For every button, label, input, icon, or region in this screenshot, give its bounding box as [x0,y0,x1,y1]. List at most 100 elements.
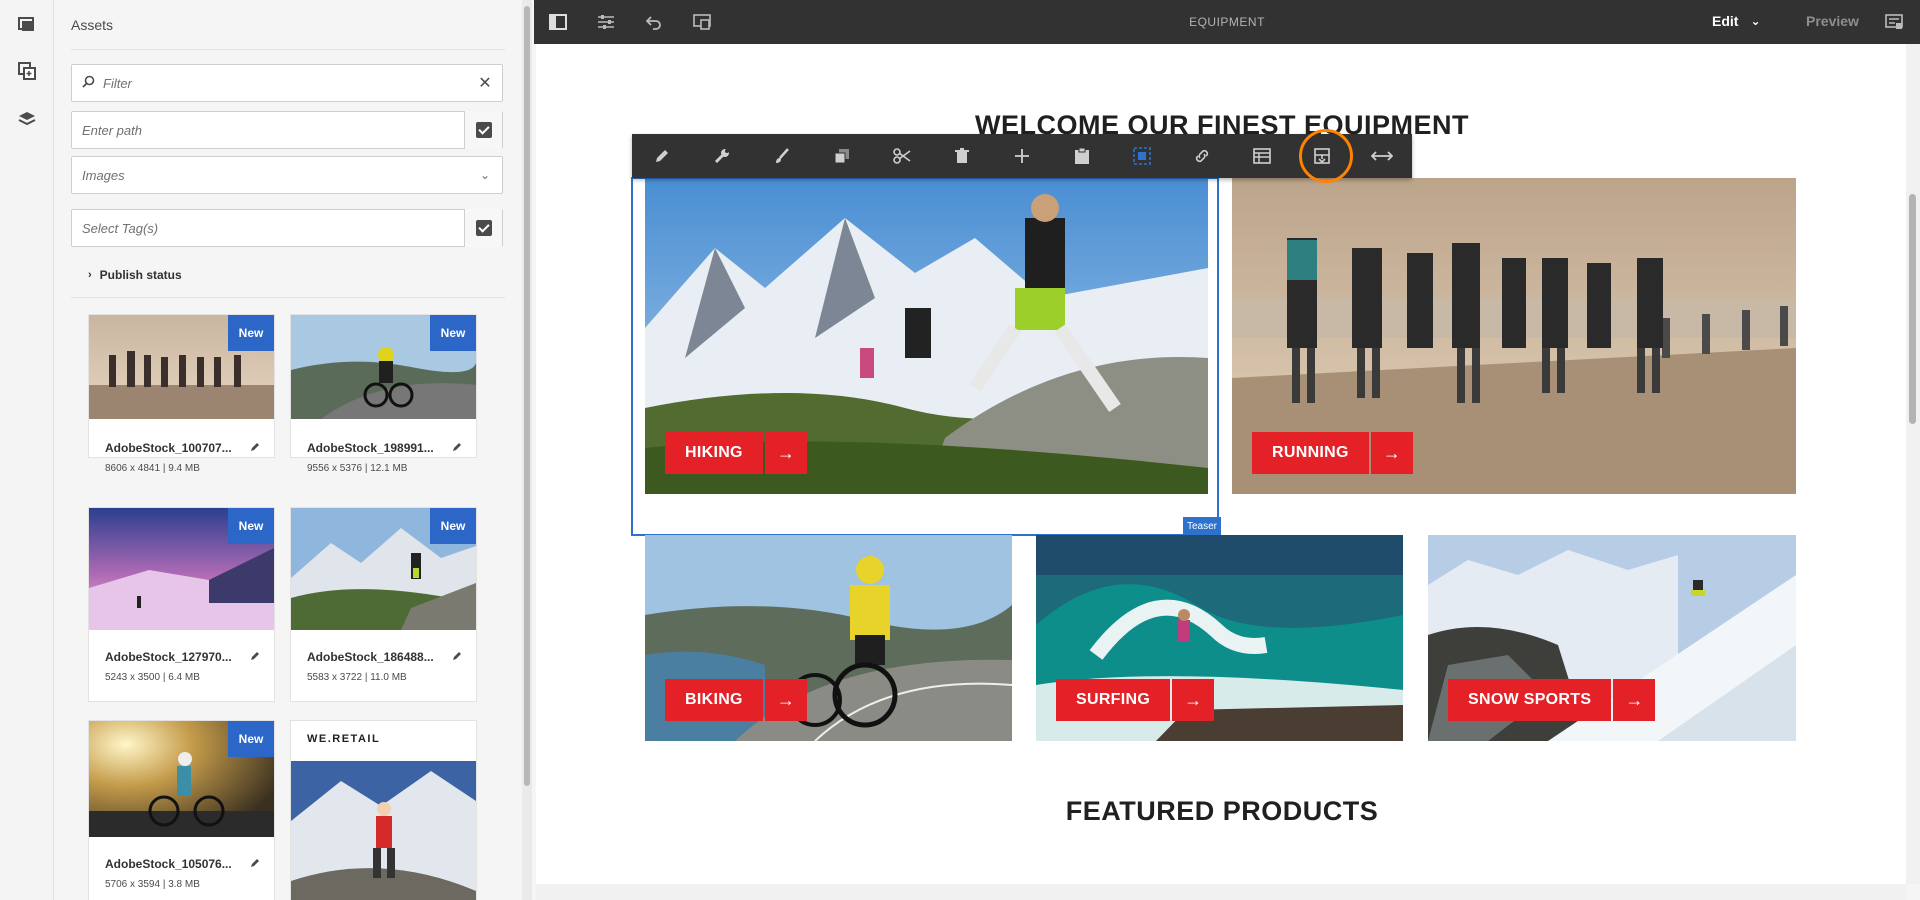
asset-thumbnail: New [291,508,476,630]
asset-name: AdobeStock_186488... [307,650,434,664]
teaser-label: BIKING [665,679,763,721]
configure-icon[interactable] [692,134,752,178]
cta-biking[interactable]: BIKING → [665,679,807,721]
new-badge: New [228,508,274,544]
style-icon[interactable] [752,134,812,178]
teaser-label: RUNNING [1252,432,1369,474]
assets-panel: Assets Filter ✕ Enter path Images ⌄ Sele… [54,0,553,900]
publish-status-toggle[interactable]: › Publish status [88,268,182,282]
asset-name: AdobeStock_127970... [105,650,232,664]
mode-selector[interactable]: Edit ⌄ [1712,13,1761,29]
asset-type-select[interactable]: Images ⌄ [71,156,503,194]
pencil-icon[interactable] [250,439,260,457]
editor-toolbar: EQUIPMENT Edit ⌄ Preview [534,0,1920,44]
asset-card[interactable]: New AdobeStock_105076... 5706 x 3594 | 3… [88,720,275,900]
asset-meta: 9556 x 5376 | 12.1 MB [307,463,408,474]
insert-icon[interactable] [992,134,1052,178]
asset-card[interactable]: New AdobeStock_100707... 8606 x 4841 | 9… [88,314,275,474]
filter-input[interactable]: Filter [95,76,468,91]
chevron-right-icon: › [88,269,92,281]
publish-status-label: Publish status [99,268,182,282]
tags-picker-button[interactable] [464,209,502,247]
delete-icon[interactable] [932,134,992,178]
asset-card[interactable]: WE.RETAIL [290,720,477,900]
cut-icon[interactable] [872,134,932,178]
parent-icon[interactable] [1172,134,1232,178]
filter-field[interactable]: Filter ✕ [71,64,503,102]
asset-card[interactable]: New AdobeStock_127970... 5243 x 3500 | 6… [88,507,275,702]
asset-card[interactable]: New AdobeStock_198991... 9556 x 5376 | 1… [290,314,477,474]
asset-name: AdobeStock_105076... [105,857,232,871]
teaser-label: SURFING [1056,679,1171,721]
pencil-icon[interactable] [250,855,260,873]
components-tab-icon[interactable] [13,57,41,85]
convert-icon[interactable] [1292,134,1352,178]
featured-heading: FEATURED PRODUCTS [1065,796,1379,826]
mode-label: Edit [1712,13,1739,29]
teaser-label: HIKING [665,432,763,474]
teaser-hiking[interactable]: HIKING → [645,178,1208,494]
edit-icon[interactable] [632,134,692,178]
cta-snow-sports[interactable]: SNOW SPORTS → [1448,679,1656,721]
side-rail [0,0,54,900]
check-icon [475,220,492,236]
cta-running[interactable]: RUNNING → [1252,432,1413,474]
chevron-down-icon: ⌄ [1750,14,1761,28]
preview-button[interactable]: Preview [1806,13,1859,29]
cta-surfing[interactable]: SURFING → [1056,679,1215,721]
asset-meta: 5243 x 3500 | 6.4 MB [105,672,200,683]
new-badge: New [228,315,274,351]
panel-title: Assets [71,17,114,33]
asset-name: AdobeStock_100707... [105,441,232,455]
search-icon [72,75,95,91]
asset-type-value: Images [82,167,125,183]
pencil-icon[interactable] [452,439,462,457]
teaser-surfing[interactable]: SURFING → [1036,535,1403,741]
panel-scrollbar[interactable] [522,0,532,900]
paste-icon[interactable] [1052,134,1112,178]
canvas-horizontal-scrollbar[interactable] [536,884,1906,900]
path-input[interactable]: Enter path [72,123,464,138]
teaser-biking[interactable]: BIKING → [645,535,1012,741]
asset-thumbnail: New [89,315,274,419]
resize-icon[interactable] [1352,134,1412,178]
we-retail-logo: WE.RETAIL [307,733,381,745]
divider [71,49,505,50]
assets-tab-icon[interactable] [13,10,41,38]
path-field[interactable]: Enter path [71,111,503,149]
check-icon [475,122,492,138]
pencil-icon[interactable] [452,648,462,666]
teaser-running[interactable]: RUNNING → [1232,178,1796,494]
asset-thumbnail: New [89,508,274,630]
path-picker-button[interactable] [464,111,502,149]
chevron-down-icon: ⌄ [479,168,491,182]
tags-field[interactable]: Select Tag(s) [71,209,503,247]
asset-meta: 5583 x 3722 | 11.0 MB [307,672,407,683]
arrow-right-icon: → [764,432,807,474]
canvas-scrollbar[interactable] [1906,44,1920,884]
new-badge: New [430,508,476,544]
teaser-label: SNOW SPORTS [1448,679,1612,721]
group-icon[interactable] [1112,134,1172,178]
component-type-label: Teaser [1183,517,1221,536]
asset-meta: 5706 x 3594 | 3.8 MB [105,879,200,890]
teaser-snow-sports[interactable]: SNOW SPORTS → [1428,535,1796,741]
asset-card[interactable]: New AdobeStock_186488... 5583 x 3722 | 1… [290,507,477,702]
asset-meta: 8606 x 4841 | 9.4 MB [105,463,200,474]
layout-icon[interactable] [1232,134,1292,178]
asset-thumbnail: New [89,721,274,837]
asset-thumbnail: WE.RETAIL [291,721,476,900]
tags-input[interactable]: Select Tag(s) [72,221,464,236]
pencil-icon[interactable] [250,648,260,666]
arrow-right-icon: → [1370,432,1413,474]
annotations-icon[interactable] [1880,8,1908,36]
clear-icon[interactable]: ✕ [468,73,502,93]
copy-icon[interactable] [812,134,872,178]
new-badge: New [430,315,476,351]
new-badge: New [228,721,274,757]
arrow-right-icon: → [1172,679,1215,721]
cta-hiking[interactable]: HIKING → [665,432,807,474]
arrow-right-icon: → [1613,679,1656,721]
asset-list: New AdobeStock_100707... 8606 x 4841 | 9… [71,298,491,900]
layers-tab-icon[interactable] [13,105,41,133]
